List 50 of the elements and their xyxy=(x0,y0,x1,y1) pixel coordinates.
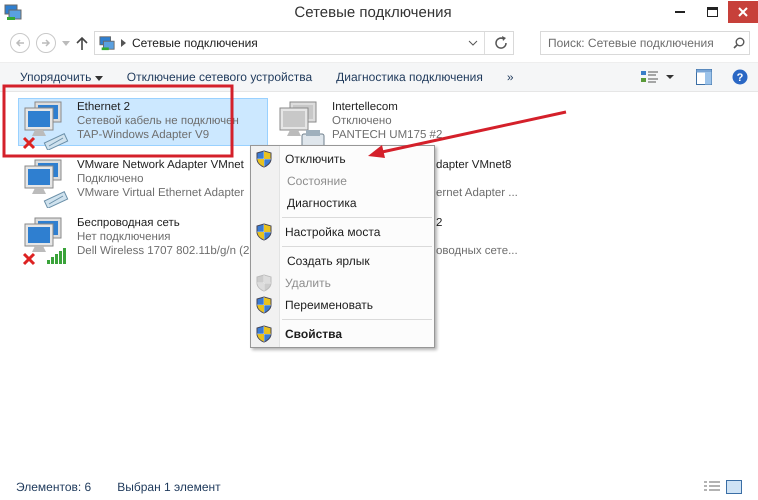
menu-item[interactable]: Свойства xyxy=(251,323,434,345)
connection-name[interactable]: 2 xyxy=(436,216,518,230)
dropdown-icon[interactable] xyxy=(468,40,478,46)
search-field[interactable]: Поиск: Сетевые подключения xyxy=(540,31,750,55)
address-path: Сетевые подключения xyxy=(132,36,258,50)
computers-drawing xyxy=(24,160,62,194)
toolbar-button[interactable]: Диагностика подключения xyxy=(324,64,495,90)
device-name: VMware Virtual Ethernet Adapter xyxy=(77,186,244,200)
signal-bars-icon xyxy=(47,248,66,264)
window-title: Сетевые подключения xyxy=(293,4,453,20)
menu-item[interactable]: Отключить xyxy=(251,148,434,170)
menu-item[interactable]: Переименовать xyxy=(251,294,434,316)
menu-item[interactable]: Настройка моста xyxy=(251,221,434,243)
menu-item[interactable]: Диагностика xyxy=(251,192,434,214)
toolbar-button[interactable]: Упорядочить xyxy=(10,64,115,90)
computers-drawing xyxy=(280,102,316,136)
ethernet-cable-icon xyxy=(44,133,68,150)
computers-drawing xyxy=(24,218,62,252)
connection-name[interactable]: Intertellecom xyxy=(332,100,442,114)
computers-drawing xyxy=(24,102,62,136)
selection-count: Выбран 1 элемент xyxy=(117,480,221,494)
device-name: Dell Wireless 1707 802.11b/g/n (2 xyxy=(77,244,250,258)
connection-status: Нет подключения xyxy=(77,230,172,244)
preview-pane-icon[interactable] xyxy=(696,69,712,85)
address-field[interactable]: Сетевые подключения xyxy=(94,31,514,55)
toolbar-button[interactable]: Отключение сетевого устройства xyxy=(114,64,324,90)
connection-name[interactable]: VMware Network Adapter VMnet xyxy=(77,158,244,172)
network-folder-icon xyxy=(99,35,115,51)
connection-name[interactable]: Ethernet 2 xyxy=(77,100,239,114)
device-name: PANTECH UM175 #2 xyxy=(332,128,442,142)
toolbar-button[interactable]: » xyxy=(494,64,526,90)
connection-name[interactable]: dapter VMnet8 xyxy=(436,158,518,172)
caret-icon xyxy=(94,76,103,81)
up-arrow-icon[interactable] xyxy=(76,36,88,50)
menu-item[interactable]: Создать ярлык xyxy=(251,250,434,272)
connection-status: Отключено xyxy=(332,114,393,128)
device-name: ernet Adapter ... xyxy=(436,186,518,200)
help-icon[interactable]: ? xyxy=(732,69,748,85)
close-icon[interactable] xyxy=(728,1,758,23)
device-name: TAP-Windows Adapter V9 xyxy=(77,128,210,142)
connection-status: Подключено xyxy=(77,172,144,186)
item-count: Элементов: 6 xyxy=(16,480,92,494)
chevron-icon xyxy=(121,39,126,47)
ethernet-cable-icon xyxy=(44,191,68,208)
large-icons-view-icon[interactable] xyxy=(726,480,742,494)
network-folder-icon xyxy=(4,3,22,21)
view-options-icon[interactable] xyxy=(640,69,674,85)
search-icon xyxy=(733,37,745,49)
device-name: оводных сете... xyxy=(436,244,518,258)
connection-name[interactable]: Беспроводная сеть xyxy=(77,216,250,230)
